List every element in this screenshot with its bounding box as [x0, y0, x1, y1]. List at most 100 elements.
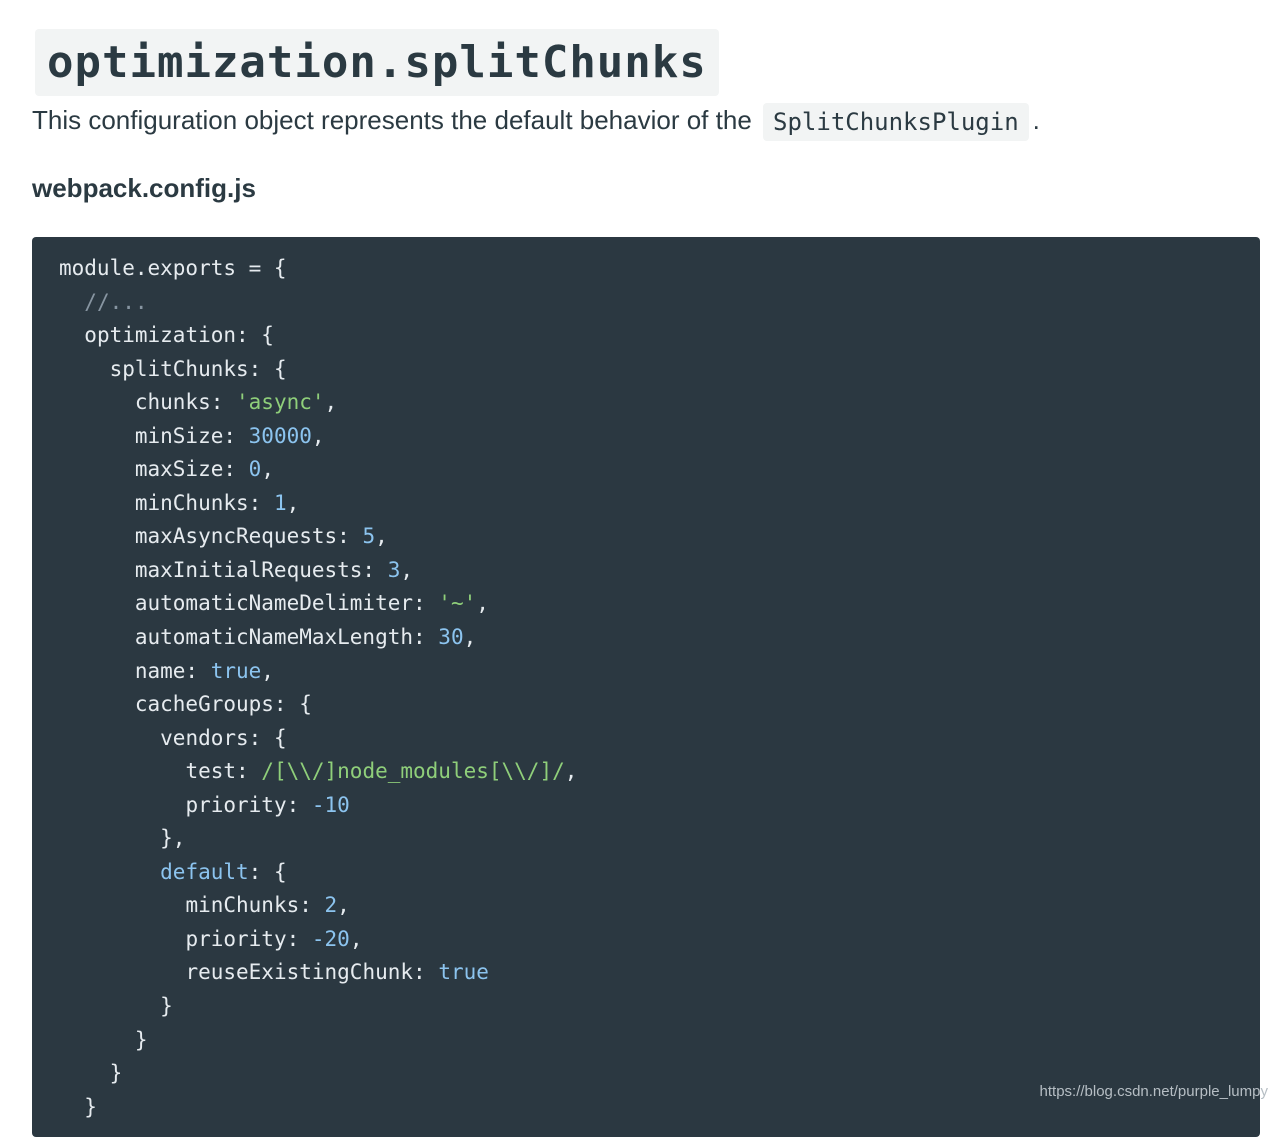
code-token-plain: priority: [185, 792, 312, 817]
code-token-string: '~' [438, 591, 477, 616]
code-token-plain: priority: [185, 926, 312, 951]
code-line: priority: -10 [59, 789, 577, 823]
code-line: //... [59, 286, 577, 320]
code-line: }, [59, 822, 577, 856]
inline-code-splitchunksplugin: SplitChunksPlugin [763, 103, 1029, 142]
code-line: cacheGroups: { [59, 688, 577, 722]
code-line: priority: -20, [59, 923, 577, 957]
intro-text: This configuration object represents the… [32, 105, 752, 135]
code-token-plain: maxSize: [134, 457, 249, 482]
code-line: } [59, 1091, 577, 1125]
code-line: name: true, [59, 655, 577, 689]
code-token-plain: , [400, 557, 414, 582]
code-token-plain: module.exports = { [59, 256, 287, 280]
intro-period: . [1032, 105, 1040, 135]
code-token-plain: optimization: { [84, 323, 274, 348]
code-token-number: 2 [324, 893, 338, 918]
code-token-plain: , [375, 524, 388, 549]
code-line: maxAsyncRequests: 5, [59, 520, 577, 554]
code-token-plain: vendors: { [160, 725, 287, 750]
code-line: vendors: { [59, 722, 577, 756]
code-token-plain: name: [134, 658, 211, 683]
code-token-plain: minChunks: [134, 490, 274, 515]
code-line: automaticNameDelimiter: '~', [59, 587, 577, 621]
code-token-number: 5 [362, 524, 376, 549]
code-token-plain: automaticNameMaxLength: [134, 625, 439, 650]
code-line: minChunks: 1, [59, 487, 577, 521]
code-token-keyword: default [160, 859, 249, 884]
code-line: maxInitialRequests: 3, [59, 554, 577, 588]
code-token-plain: chunks: [134, 390, 237, 415]
code-token-keyword: true [210, 658, 262, 683]
code-token-plain: , [337, 893, 350, 918]
code-token-number: 30 [438, 625, 464, 650]
code-token-keyword: true [438, 960, 489, 985]
code-token-plain: , [324, 390, 338, 415]
code-token-plain: , [311, 423, 325, 448]
code-token-plain: : { [248, 859, 287, 884]
code-token-plain: test: [185, 759, 262, 784]
code-token-plain: minSize: [134, 423, 249, 448]
code-line: minChunks: 2, [59, 889, 577, 923]
intro-paragraph: This configuration object represents the… [32, 98, 1040, 142]
code-token-plain: , [286, 490, 300, 515]
code-token-plain: } [134, 1027, 148, 1052]
code-line: } [59, 1057, 577, 1091]
code-line: reuseExistingChunk: true [59, 956, 577, 990]
code-line: minSize: 30000, [59, 420, 577, 454]
code-token-number: -20 [311, 926, 350, 951]
code-line: } [59, 990, 577, 1024]
code-line: module.exports = { [59, 252, 577, 286]
code-token-plain: } [84, 1094, 97, 1119]
code-token-plain: splitChunks: { [109, 356, 287, 381]
code-token-plain: } [160, 994, 173, 1019]
code-line: automaticNameMaxLength: 30, [59, 621, 577, 655]
code-token-plain: minChunks: [185, 893, 325, 918]
code-line: optimization: { [59, 319, 577, 353]
code-token-number: 1 [273, 490, 287, 515]
code-line: default: { [59, 856, 577, 890]
code-token-plain: , [261, 457, 274, 482]
code-token-plain: maxInitialRequests: [134, 557, 388, 582]
page-title: optimization.splitChunks [35, 29, 719, 97]
code-token-plain: cacheGroups: { [134, 692, 312, 717]
code-token-plain: reuseExistingChunk: [185, 960, 439, 985]
code-token-comment: //... [84, 289, 148, 314]
code-line: } [59, 1024, 577, 1058]
code-token-number: -10 [311, 792, 350, 817]
code-line: splitChunks: { [59, 353, 577, 387]
code-token-string: 'async' [236, 390, 325, 415]
code-token-plain: automaticNameDelimiter: [134, 591, 439, 616]
code-line: maxSize: 0, [59, 453, 577, 487]
code-token-plain: } [109, 1061, 123, 1086]
code-token-plain: , [476, 591, 489, 616]
code-filename: webpack.config.js [32, 173, 256, 203]
code-token-plain: maxAsyncRequests: [134, 524, 363, 549]
code-token-plain: , [463, 625, 477, 650]
code-line: chunks: 'async', [59, 386, 577, 420]
code-token-plain: }, [160, 826, 186, 851]
